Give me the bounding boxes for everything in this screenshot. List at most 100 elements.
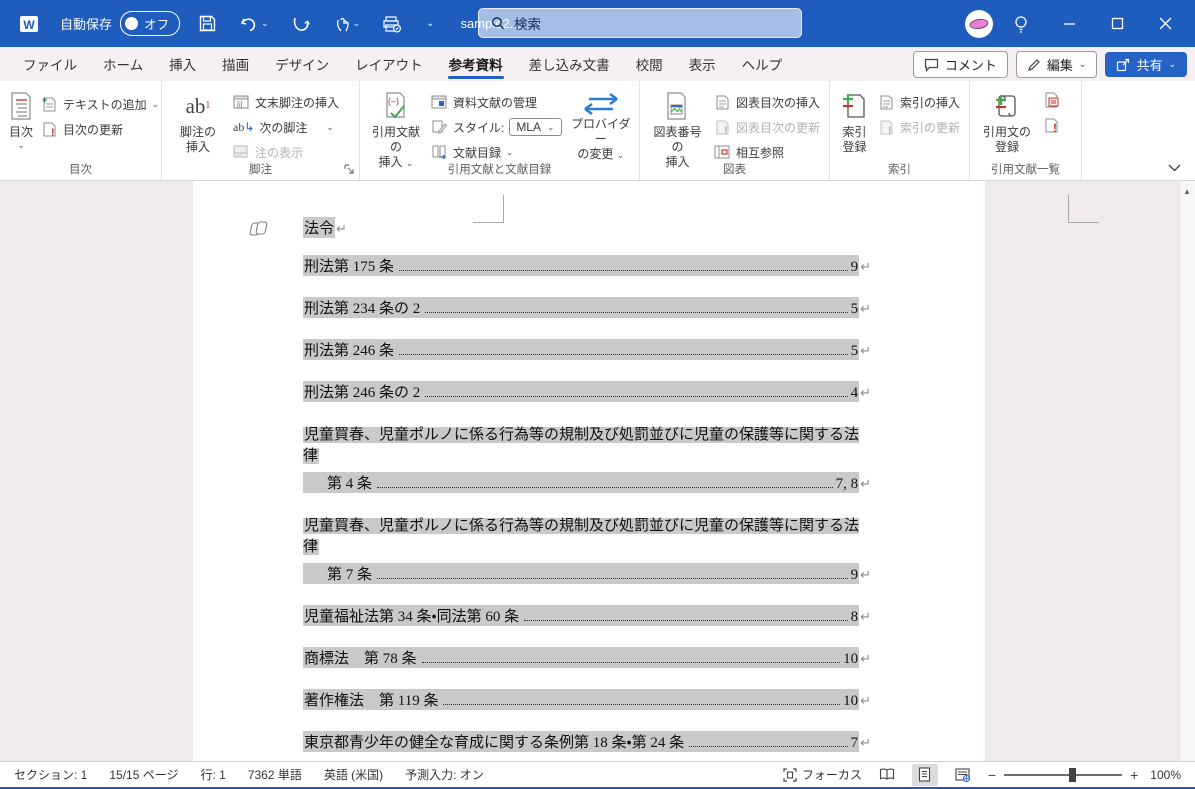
search-input[interactable]: 検索 xyxy=(478,8,802,38)
touch-mode-button[interactable]: ⌄ xyxy=(329,9,365,39)
tab-view[interactable]: 表示 xyxy=(676,47,729,81)
touch-mode-chevron-icon[interactable]: ⌄ xyxy=(353,18,361,29)
dot-leader xyxy=(399,354,848,355)
document-page[interactable]: 法令 ↵ 刑法第 175 条 9 ↵ 刑法第 234 条の 2 5 ↵ 刑法第 246 条… xyxy=(193,181,1099,763)
status-line[interactable]: 行: 1 xyxy=(200,766,225,783)
editing-mode-button[interactable]: 編集 ⌄ xyxy=(1015,51,1098,78)
minimize-button[interactable] xyxy=(1049,0,1089,47)
insert-footnote-button[interactable]: ab 1 脚注の 挿入 xyxy=(170,87,226,155)
zoom-thumb[interactable] xyxy=(1069,767,1076,782)
tab-references[interactable]: 参考資料 xyxy=(436,47,516,81)
toa-entry: 刑法第 246 条の 2 4 ↵ xyxy=(303,381,871,402)
manage-sources-button[interactable]: 資料文献の管理 xyxy=(428,91,565,113)
manage-sources-icon xyxy=(431,94,448,111)
insert-endnote-button[interactable]: [i] 文末脚注の挿入 xyxy=(230,91,342,113)
save-button[interactable] xyxy=(194,9,221,39)
close-button[interactable] xyxy=(1145,0,1185,47)
status-pages[interactable]: 15/15 ページ xyxy=(109,766,178,783)
account-avatar[interactable] xyxy=(965,9,993,38)
printer-icon xyxy=(383,15,402,33)
style-label: スタイル: xyxy=(452,120,505,135)
toa-entry: 刑法第 234 条の 2 5 ↵ xyxy=(303,297,871,318)
zoom-slider[interactable]: − + xyxy=(988,767,1138,783)
insert-citation-button[interactable]: (–) 引用文献の 挿入 ⌄ xyxy=(368,87,424,170)
entry-page: 5 xyxy=(850,301,859,317)
citation-style-control[interactable]: スタイル: MLA ⌄ xyxy=(428,116,565,138)
insert-table-of-figures-button[interactable]: 図表目次の挿入 xyxy=(711,91,823,113)
share-button[interactable]: 共有 ⌄ xyxy=(1105,52,1187,77)
tab-draw[interactable]: 描画 xyxy=(209,47,262,81)
zoom-track[interactable] xyxy=(1004,767,1123,782)
tab-layout[interactable]: レイアウト xyxy=(342,47,436,81)
comments-label: コメント xyxy=(944,58,997,73)
entry-page: 7 xyxy=(850,735,859,751)
undo-dropdown-chevron-icon[interactable]: ⌄ xyxy=(261,18,269,29)
next-footnote-button[interactable]: ab↳ 次の脚注 ⌄ xyxy=(230,116,342,138)
group-table-of-authorities: 引用文の 登録 ! 引用文献一覧 xyxy=(970,81,1082,180)
add-text-button[interactable]: + テキストの追加 ⌄ xyxy=(38,93,162,115)
tab-review[interactable]: 校閲 xyxy=(623,47,676,81)
next-footnote-icon: ab↳ xyxy=(233,119,255,134)
update-toc-button[interactable]: ! 目次の更新 xyxy=(38,118,162,140)
entry-page: 7, 8 xyxy=(835,476,859,492)
toc-button[interactable]: 目次 ⌄ xyxy=(8,87,34,151)
collapse-ribbon-chevron-icon[interactable] xyxy=(1168,164,1181,172)
entry-page: 5 xyxy=(850,343,859,359)
comments-button[interactable]: コメント xyxy=(912,51,1008,78)
tell-me-button[interactable] xyxy=(1001,0,1041,47)
style-select[interactable]: MLA ⌄ xyxy=(509,118,562,136)
status-bar: セクション: 1 15/15 ページ 行: 1 7362 単語 英語 (米国) … xyxy=(0,761,1195,787)
autosave-toggle[interactable]: 自動保存 オフ xyxy=(60,11,181,36)
vertical-scrollbar[interactable]: ▲ xyxy=(1179,181,1195,763)
tab-help[interactable]: ヘルプ xyxy=(729,47,796,81)
quick-print-button[interactable] xyxy=(378,9,406,39)
tab-file[interactable]: ファイル xyxy=(10,47,90,81)
document-canvas[interactable]: 法令 ↵ 刑法第 175 条 9 ↵ 刑法第 234 条の 2 5 ↵ 刑法第 246 条… xyxy=(0,181,1195,763)
entry-text: 第 7 条 xyxy=(327,567,373,583)
toc-chevron-icon: ⌄ xyxy=(17,140,25,150)
web-layout-button[interactable] xyxy=(950,764,976,786)
update-table-of-authorities-button[interactable]: ! xyxy=(1040,114,1063,136)
read-mode-button[interactable] xyxy=(874,764,900,786)
tab-home[interactable]: ホーム xyxy=(90,47,156,81)
zoom-in-icon[interactable]: + xyxy=(1130,767,1138,783)
toc-button-label: 目次 xyxy=(8,125,33,139)
zoom-out-icon[interactable]: − xyxy=(988,767,996,783)
cross-reference-icon xyxy=(714,144,731,161)
tab-design[interactable]: デザイン xyxy=(262,47,342,81)
status-language[interactable]: 英語 (米国) xyxy=(324,766,383,783)
customize-quick-access-button[interactable]: ⌄ xyxy=(420,9,438,39)
insert-caption-button[interactable]: 図表番号の 挿入 xyxy=(648,87,707,170)
mark-index-entry-button[interactable]: 索引登録 xyxy=(838,87,871,155)
maximize-button[interactable] xyxy=(1097,0,1137,47)
toa-entry: 児童福祉法第 34 条・同法第 60 条 8 ↵ xyxy=(303,605,871,626)
close-icon xyxy=(1159,17,1171,30)
focus-mode-button[interactable]: フォーカス xyxy=(783,766,862,783)
tab-mailings[interactable]: 差し込み文書 xyxy=(516,47,623,81)
undo-button[interactable]: ⌄ xyxy=(235,9,273,39)
entry-page: 10 xyxy=(843,693,859,709)
zoom-percentage[interactable]: 100% xyxy=(1150,768,1181,782)
return-mark: ↵ xyxy=(860,652,871,667)
change-provider-button[interactable]: プロバイダー の変更 ⌄ xyxy=(569,87,633,162)
insert-table-of-authorities-button[interactable] xyxy=(1040,89,1063,111)
insert-index-button[interactable]: 索引の挿入 xyxy=(875,91,963,113)
bibliography-icon xyxy=(431,144,448,161)
status-ime[interactable]: 予測入力: オン xyxy=(405,766,484,783)
status-section[interactable]: セクション: 1 xyxy=(14,766,87,783)
word-logo-icon[interactable]: W xyxy=(12,9,46,39)
redo-button[interactable] xyxy=(287,9,315,39)
bibliography-button[interactable]: 文献目録 ⌄ xyxy=(428,141,565,163)
status-words[interactable]: 7362 単語 xyxy=(248,766,302,783)
mark-citation-label-1: 引用文の xyxy=(982,125,1031,139)
entry-text: 刑法第 246 条 xyxy=(304,343,395,359)
table-of-authorities[interactable]: 法令 ↵ 刑法第 175 条 9 ↵ 刑法第 234 条の 2 5 ↵ 刑法第 246 条… xyxy=(303,217,871,763)
dot-leader xyxy=(377,487,833,488)
tab-insert[interactable]: 挿入 xyxy=(156,47,209,81)
print-layout-button[interactable] xyxy=(911,763,938,786)
toc-icon xyxy=(8,90,34,122)
mark-citation-button[interactable]: 引用文の 登録 xyxy=(978,87,1036,155)
footnotes-dialog-launcher[interactable] xyxy=(344,164,355,175)
scroll-up-arrow-icon[interactable]: ▲ xyxy=(1183,187,1191,196)
cross-reference-button[interactable]: 相互参照 xyxy=(711,141,823,163)
